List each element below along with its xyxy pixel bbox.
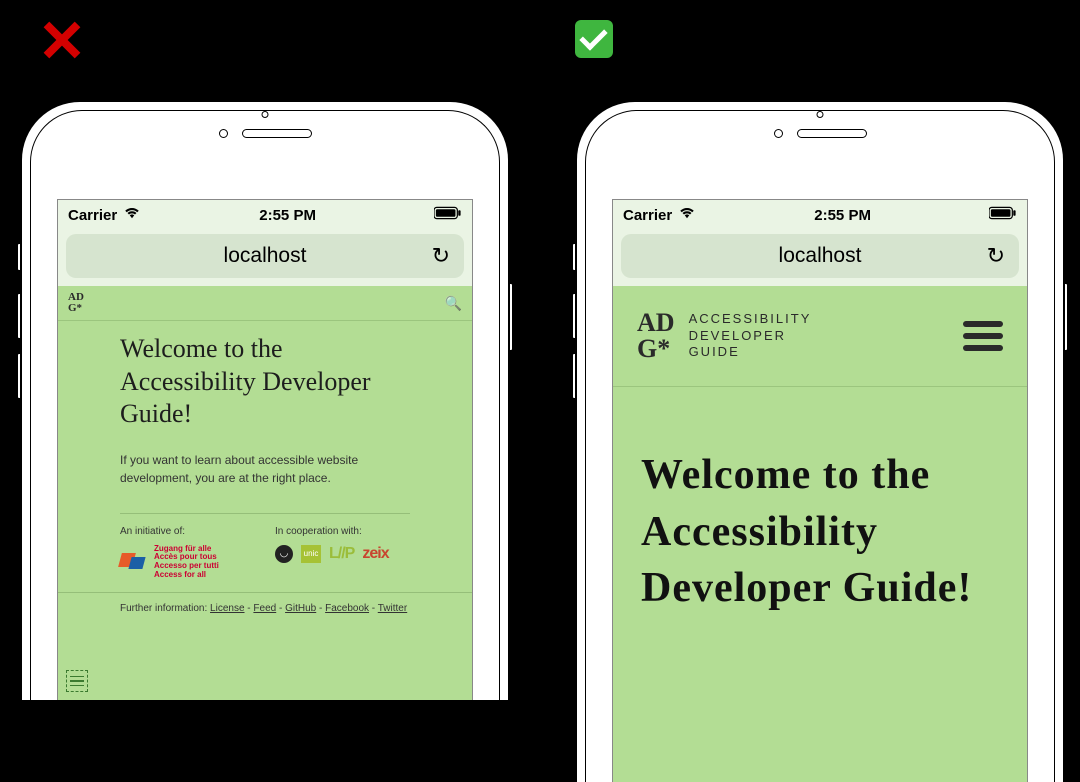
speaker-icon bbox=[797, 129, 867, 138]
cooperation-label: In cooperation with: bbox=[275, 526, 410, 537]
status-time: 2:55 PM bbox=[814, 207, 871, 224]
phone-frame-bad: Carrier 2:55 PM localhost ↻ AD bbox=[20, 100, 510, 700]
initiative-label: An initiative of: bbox=[120, 526, 255, 537]
zfa-text: Zugang für alle Accès pour tous Accesso … bbox=[154, 545, 219, 580]
footer-links: Further information: License - Feed - Gi… bbox=[58, 592, 472, 624]
zfa-logo-icon bbox=[120, 549, 146, 575]
camera-icon bbox=[219, 129, 228, 138]
page-content-good: AD G* ACCESSIBILITY DEVELOPER GUIDE bbox=[613, 286, 1027, 782]
link-feed[interactable]: Feed bbox=[253, 603, 276, 614]
good-indicator-icon bbox=[575, 20, 613, 68]
url-bar[interactable]: localhost ↻ bbox=[66, 234, 464, 278]
logo-text: ACCESSIBILITY DEVELOPER GUIDE bbox=[689, 311, 812, 362]
phone-frame-good: Carrier 2:55 PM localhost ↻ bbox=[575, 100, 1065, 782]
battery-icon bbox=[989, 206, 1017, 224]
logo-mark: AD G* bbox=[637, 310, 675, 362]
reload-icon[interactable]: ↻ bbox=[987, 243, 1005, 269]
screen-bad: Carrier 2:55 PM localhost ↻ AD bbox=[57, 199, 473, 700]
reload-icon[interactable]: ↻ bbox=[432, 243, 450, 269]
status-bar: Carrier 2:55 PM bbox=[613, 200, 1027, 230]
carrier-label: Carrier bbox=[623, 207, 672, 224]
wifi-icon bbox=[123, 206, 141, 224]
page-content-bad: AD G* 🔍 Welcome to the Accessibility Dev… bbox=[58, 286, 472, 700]
wifi-icon bbox=[678, 206, 696, 224]
intro-paragraph: If you want to learn about accessible we… bbox=[120, 451, 410, 487]
logo-small[interactable]: AD G* bbox=[68, 292, 84, 314]
url-text: localhost bbox=[779, 244, 862, 268]
divider bbox=[120, 513, 410, 514]
page-title: Welcome to the Accessibility Developer G… bbox=[120, 333, 410, 431]
url-text: localhost bbox=[224, 244, 307, 268]
camera-icon bbox=[774, 129, 783, 138]
phone-notch bbox=[31, 129, 499, 138]
cooperation-logos: ◡ unic L//P zeix bbox=[275, 545, 410, 563]
status-bar: Carrier 2:55 PM bbox=[58, 200, 472, 230]
unic-logo[interactable]: unic bbox=[301, 545, 321, 563]
nothing-logo-icon[interactable]: ◡ bbox=[275, 545, 293, 563]
bad-indicator-icon bbox=[40, 20, 80, 70]
logo[interactable]: AD G* ACCESSIBILITY DEVELOPER GUIDE bbox=[637, 310, 811, 362]
speaker-icon bbox=[242, 129, 312, 138]
link-github[interactable]: GitHub bbox=[285, 603, 316, 614]
zeix-logo[interactable]: zeix bbox=[362, 545, 388, 563]
carrier-label: Carrier bbox=[68, 207, 117, 224]
search-icon[interactable]: 🔍 bbox=[445, 295, 462, 312]
link-facebook[interactable]: Facebook bbox=[325, 603, 369, 614]
hamburger-icon[interactable] bbox=[963, 321, 1003, 351]
phone-notch bbox=[586, 129, 1054, 138]
link-twitter[interactable]: Twitter bbox=[378, 603, 407, 614]
link-license[interactable]: License bbox=[210, 603, 244, 614]
initiative-logo[interactable]: Zugang für alle Accès pour tous Accesso … bbox=[120, 545, 255, 580]
menu-outline-icon[interactable] bbox=[66, 670, 88, 692]
page-title: Welcome to the Accessibility Developer G… bbox=[641, 447, 999, 617]
liip-logo[interactable]: L//P bbox=[329, 545, 354, 563]
url-bar[interactable]: localhost ↻ bbox=[621, 234, 1019, 278]
battery-icon bbox=[434, 206, 462, 224]
status-time: 2:55 PM bbox=[259, 207, 316, 224]
screen-good: Carrier 2:55 PM localhost ↻ bbox=[612, 199, 1028, 782]
